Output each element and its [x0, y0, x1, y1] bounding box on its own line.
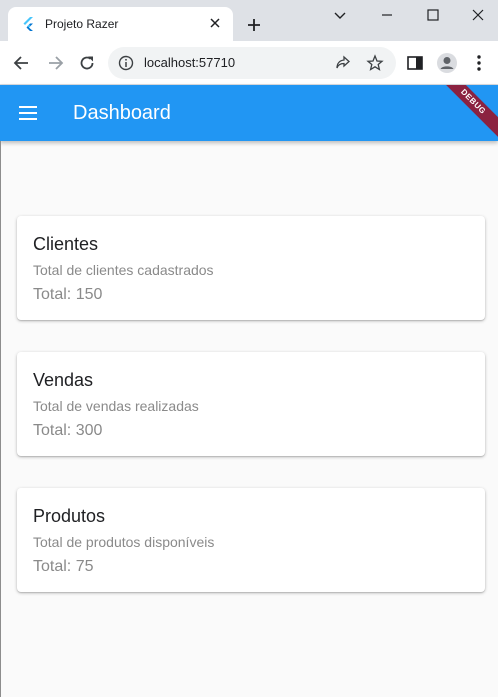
hamburger-menu-icon[interactable] [17, 102, 39, 124]
info-icon[interactable] [118, 55, 134, 71]
card-title: Produtos [33, 506, 106, 526]
chevron-down-icon[interactable] [330, 5, 350, 25]
bookmark-star-icon[interactable] [366, 54, 384, 72]
share-icon[interactable] [334, 54, 352, 72]
app-bar: Dashboard DEBUG [0, 85, 498, 141]
card-total: Total: 75 [33, 558, 94, 575]
side-panel-icon[interactable] [405, 53, 425, 73]
close-tab-icon[interactable] [207, 15, 223, 31]
card-total: Total: 300 [33, 422, 103, 439]
card-clientes: Clientes Total de clientes cadastrados T… [17, 216, 485, 320]
card-produtos: Produtos Total de produtos disponíveis T… [17, 488, 485, 592]
card-subtitle: Total de vendas realizadas [33, 398, 199, 414]
new-tab-icon[interactable] [245, 16, 263, 34]
browser-toolbar: localhost:57710 [0, 41, 498, 85]
close-window-icon[interactable] [468, 5, 488, 25]
card-title: Clientes [33, 234, 99, 254]
forward-arrow-icon[interactable] [45, 53, 65, 73]
card-subtitle: Total de clientes cadastrados [33, 262, 214, 278]
debug-banner: DEBUG [429, 85, 498, 141]
minimize-icon[interactable] [377, 5, 397, 25]
browser-tab-strip: Projeto Razer [0, 0, 498, 41]
reload-icon[interactable] [77, 53, 97, 73]
card-title: Vendas [33, 370, 94, 390]
card-total: Total: 150 [33, 286, 103, 303]
address-url: localhost:57710 [144, 55, 236, 70]
more-menu-icon[interactable] [469, 53, 489, 73]
card-subtitle: Total de produtos disponíveis [33, 534, 215, 550]
flutter-logo-icon [23, 17, 33, 31]
address-bar[interactable]: localhost:57710 [108, 47, 396, 79]
tab-title: Projeto Razer [45, 17, 119, 31]
profile-avatar-icon[interactable] [436, 52, 458, 74]
back-arrow-icon[interactable] [12, 53, 32, 73]
browser-tab[interactable]: Projeto Razer [8, 7, 233, 41]
window-edge [0, 141, 1, 697]
maximize-icon[interactable] [423, 5, 443, 25]
page-title: Dashboard [73, 102, 171, 124]
card-vendas: Vendas Total de vendas realizadas Total:… [17, 352, 485, 456]
